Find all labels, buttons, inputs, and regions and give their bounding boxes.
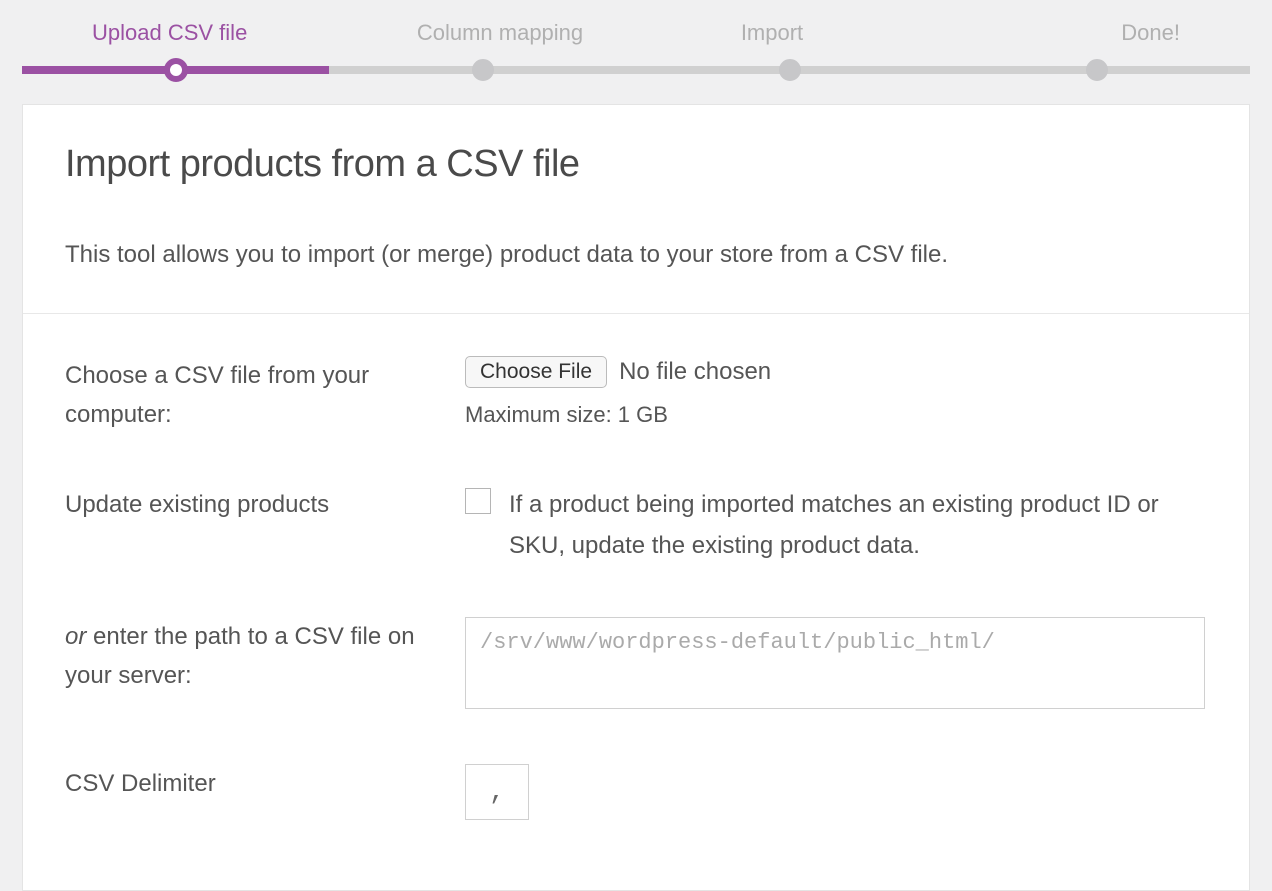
file-size-hint: Maximum size: 1 GB bbox=[465, 402, 1207, 428]
label-server-path: or enter the path to a CSV file on your … bbox=[65, 617, 465, 696]
step-dot-import bbox=[779, 59, 801, 81]
choose-file-button[interactable]: Choose File bbox=[465, 356, 607, 388]
page-description: This tool allows you to import (or merge… bbox=[65, 238, 1207, 273]
label-update-existing: Update existing products bbox=[65, 485, 465, 525]
page-title: Import products from a CSV file bbox=[65, 143, 1207, 186]
row-delimiter: CSV Delimiter bbox=[65, 764, 1207, 820]
progress-track bbox=[22, 66, 1250, 74]
update-existing-checkbox[interactable] bbox=[465, 488, 491, 514]
import-card: Import products from a CSV file This too… bbox=[22, 104, 1250, 891]
step-import[interactable]: Import bbox=[636, 20, 908, 46]
file-chosen-status: No file chosen bbox=[619, 358, 771, 386]
row-update-existing: Update existing products If a product be… bbox=[65, 485, 1207, 567]
label-choose-file: Choose a CSV file from your computer: bbox=[65, 356, 465, 435]
progress-stepper: Upload CSV file Column mapping Import Do… bbox=[0, 0, 1272, 104]
import-form: Choose a CSV file from your computer: Ch… bbox=[23, 314, 1249, 890]
step-upload[interactable]: Upload CSV file bbox=[22, 20, 364, 46]
delimiter-input[interactable] bbox=[465, 764, 529, 820]
step-mapping[interactable]: Column mapping bbox=[364, 20, 636, 46]
step-dot-upload bbox=[164, 58, 188, 82]
update-existing-description: If a product being imported matches an e… bbox=[509, 485, 1207, 567]
card-header: Import products from a CSV file This too… bbox=[23, 105, 1249, 314]
step-dot-done bbox=[1086, 59, 1108, 81]
step-dot-mapping bbox=[472, 59, 494, 81]
label-server-path-prefix: or bbox=[65, 623, 86, 650]
label-server-path-rest: enter the path to a CSV file on your ser… bbox=[65, 623, 415, 690]
label-delimiter: CSV Delimiter bbox=[65, 764, 465, 804]
step-done[interactable]: Done! bbox=[908, 20, 1250, 46]
server-path-input[interactable] bbox=[465, 617, 1205, 709]
row-choose-file: Choose a CSV file from your computer: Ch… bbox=[65, 356, 1207, 435]
row-server-path: or enter the path to a CSV file on your … bbox=[65, 617, 1207, 714]
